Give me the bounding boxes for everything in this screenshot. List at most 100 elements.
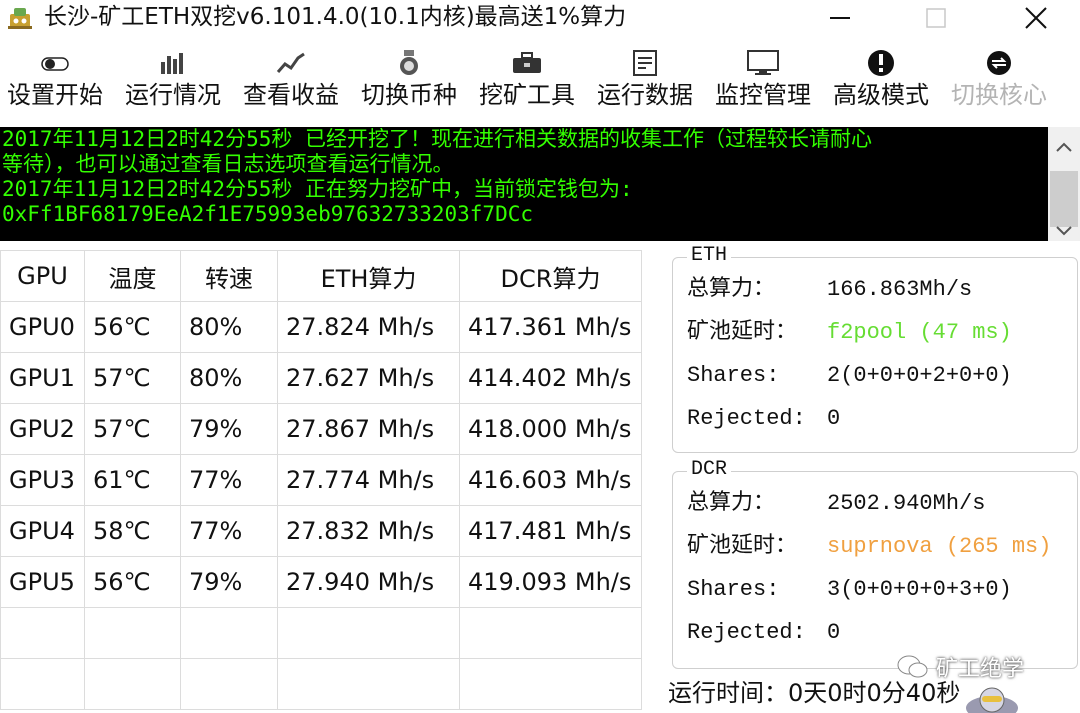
toolbar-label: 运行数据 <box>597 81 693 109</box>
col-header-temperature[interactable]: 温度 <box>84 250 181 302</box>
table-row[interactable]: GPU4 58℃ 77% 27.832 Mh/s 417.481 Mh/s <box>0 505 642 557</box>
dcr-shares: 3(0+0+0+0+3+0) <box>827 577 1012 602</box>
dcr-rejected: 0 <box>827 620 841 645</box>
gpu-name: GPU5 <box>0 556 85 608</box>
eth-shares-row: Shares: 2(0+0+0+2+0+0) <box>687 356 1077 396</box>
stat-label: Shares: <box>687 363 780 388</box>
dcr-panel-legend: DCR <box>687 458 732 482</box>
minimize-button[interactable] <box>810 0 870 36</box>
gpu-eth-rate: 27.774 Mh/s <box>277 454 460 506</box>
gpu-temp: 58℃ <box>84 505 181 557</box>
toolbar-monitor-manage-button[interactable]: 监控管理 <box>710 48 816 118</box>
log-line: 0xFf1BF68179EeA2f1E75993eb97632733203f7D… <box>2 202 534 226</box>
scroll-thumb[interactable] <box>1050 171 1078 227</box>
toolbar-running-status-button[interactable]: 运行情况 <box>120 48 226 118</box>
eth-pool-latency: f2pool (47 ms) <box>827 320 1012 345</box>
gpu-fan: 77% <box>180 454 278 506</box>
table-row[interactable]: GPU5 56℃ 79% 27.940 Mh/s 419.093 Mh/s <box>0 556 642 608</box>
table-row[interactable]: GPU3 61℃ 77% 27.774 Mh/s 416.603 Mh/s <box>0 454 642 506</box>
gpu-eth-rate: 27.627 Mh/s <box>277 352 460 404</box>
stat-label: Rejected: <box>687 406 806 431</box>
log-line: 2017年11月12日2时42分55秒 正在努力挖矿中，当前锁定钱包为: <box>2 177 633 201</box>
gpu-dcr-rate: 417.361 Mh/s <box>459 301 642 353</box>
toolbar-label: 挖矿工具 <box>479 81 575 109</box>
dcr-shares-row: Shares: 3(0+0+0+0+3+0) <box>687 570 1077 610</box>
monitor-icon <box>746 48 780 78</box>
gpu-dcr-rate: 414.402 Mh/s <box>459 352 642 404</box>
stat-label: 总算力： <box>687 491 776 516</box>
gpu-name: GPU1 <box>0 352 85 404</box>
eth-pool-latency-row: 矿池延时： f2pool (47 ms) <box>687 313 1077 353</box>
gpu-fan: 80% <box>180 301 278 353</box>
stat-label: 总算力： <box>687 277 776 302</box>
watermark-text: 矿工绝学 <box>936 657 1025 682</box>
alert-icon <box>864 48 898 78</box>
table-header-row: GPU 温度 转速 ETH算力 DCR算力 <box>0 250 642 302</box>
toolbar-switch-core-button: 切换核心 <box>946 48 1052 118</box>
gpu-name: GPU2 <box>0 403 85 455</box>
gpu-eth-rate: 27.867 Mh/s <box>277 403 460 455</box>
gpu-temp: 56℃ <box>84 556 181 608</box>
switch-icon <box>982 48 1016 78</box>
gpu-temp: 57℃ <box>84 352 181 404</box>
col-header-dcr-hashrate[interactable]: DCR算力 <box>459 250 642 302</box>
stat-label: 矿池延时： <box>687 534 798 559</box>
toolbar-label: 查看收益 <box>243 81 339 109</box>
eth-shares: 2(0+0+0+2+0+0) <box>827 363 1012 388</box>
gpu-temp: 56℃ <box>84 301 181 353</box>
scroll-up-button[interactable] <box>1048 127 1080 167</box>
stat-label: Rejected: <box>687 620 806 645</box>
toolbar-mining-tools-button[interactable]: 挖矿工具 <box>474 48 580 118</box>
wechat-icon <box>897 655 928 678</box>
dcr-pool-latency-row: 矿池延时： suprnova (265 ms) <box>687 527 1077 567</box>
gpu-temp: 57℃ <box>84 403 181 455</box>
toolbar-advanced-mode-button[interactable]: 高级模式 <box>828 48 934 118</box>
gpu-dcr-rate: 418.000 Mh/s <box>459 403 642 455</box>
col-header-fan-speed[interactable]: 转速 <box>180 250 278 302</box>
toolbar-label: 切换币种 <box>361 81 457 109</box>
scroll-down-button[interactable] <box>1048 221 1080 241</box>
gpu-table: GPU 温度 转速 ETH算力 DCR算力 GPU0 56℃ 80% 27.82… <box>0 250 642 710</box>
toolbar-run-data-button[interactable]: 运行数据 <box>592 48 698 118</box>
toolbar-label: 切换核心 <box>951 81 1047 109</box>
toggle-icon <box>38 48 72 78</box>
gpu-fan: 79% <box>180 403 278 455</box>
toolbar-settings-start-button[interactable]: 设置开始 <box>2 48 108 118</box>
table-row[interactable]: GPU1 57℃ 80% 27.627 Mh/s 414.402 Mh/s <box>0 352 642 404</box>
table-row[interactable]: GPU0 56℃ 80% 27.824 Mh/s 417.361 Mh/s <box>0 301 642 353</box>
dcr-rejected-row: Rejected: 0 <box>687 613 1077 653</box>
table-row[interactable]: GPU2 57℃ 79% 27.867 Mh/s 418.000 Mh/s <box>0 403 642 455</box>
dcr-pool-latency: suprnova (265 ms) <box>827 534 1052 559</box>
gpu-name: GPU4 <box>0 505 85 557</box>
eth-rejected: 0 <box>827 406 841 431</box>
gpu-eth-rate: 27.824 Mh/s <box>277 301 460 353</box>
maximize-button <box>906 0 966 36</box>
gpu-fan: 80% <box>180 352 278 404</box>
log-line: 等待），也可以通过查看日志选项查看运行情况。 <box>2 152 454 176</box>
close-icon <box>1025 7 1047 29</box>
minimize-icon <box>830 17 850 19</box>
col-header-gpu[interactable]: GPU <box>0 250 85 302</box>
toolbar-view-earnings-button[interactable]: 查看收益 <box>238 48 344 118</box>
toolbar-switch-coin-button[interactable]: 切换币种 <box>356 48 462 118</box>
app-logo-icon <box>8 8 32 29</box>
gpu-eth-rate: 27.832 Mh/s <box>277 505 460 557</box>
close-button[interactable] <box>1006 0 1066 36</box>
log-line: 2017年11月12日2时42分55秒 已经开挖了！现在进行相关数据的收集工作（… <box>2 127 872 151</box>
eth-total-hashrate-row: 总算力： 166.863Mh/s <box>687 270 1077 310</box>
document-icon <box>628 48 662 78</box>
log-scrollbar[interactable] <box>1048 127 1080 241</box>
dcr-total-hashrate-row: 总算力： 2502.940Mh/s <box>687 484 1077 524</box>
toolbar-label: 运行情况 <box>125 81 221 109</box>
gpu-eth-rate: 27.940 Mh/s <box>277 556 460 608</box>
col-header-eth-hashrate[interactable]: ETH算力 <box>277 250 460 302</box>
gpu-dcr-rate: 417.481 Mh/s <box>459 505 642 557</box>
mascot-icon <box>966 687 1018 713</box>
log-console[interactable]: 2017年11月12日2时42分55秒 已经开挖了！现在进行相关数据的收集工作（… <box>0 127 1048 241</box>
gpu-temp: 61℃ <box>84 454 181 506</box>
gpu-fan: 79% <box>180 556 278 608</box>
eth-panel-legend: ETH <box>687 244 732 268</box>
title-bar: 长沙-矿工ETH双挖v6.101.4.0(10.1内核)最高送1%算力 <box>0 0 1080 36</box>
eth-stats-panel: ETH 总算力： 166.863Mh/s 矿池延时： f2pool (47 ms… <box>672 244 1078 453</box>
stat-label: 矿池延时： <box>687 320 798 345</box>
